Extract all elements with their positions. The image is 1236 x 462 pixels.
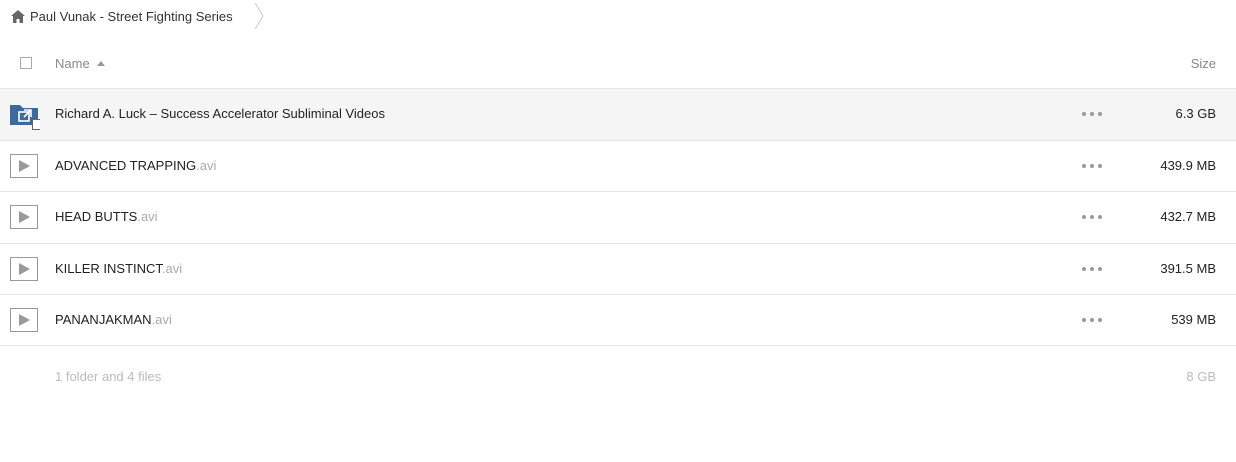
file-size: 6.3 GB <box>1175 106 1216 121</box>
more-options-icon[interactable] <box>1082 215 1102 221</box>
play-icon <box>10 256 38 281</box>
breadcrumb-separator-icon <box>254 2 264 30</box>
column-header-name-label: Name <box>55 56 90 71</box>
summary-total-size: 8 GB <box>1186 369 1216 384</box>
more-options-icon[interactable] <box>1082 266 1102 273</box>
column-header-name[interactable]: Name <box>55 56 105 71</box>
file-row[interactable]: Richard A. Luck – Success Accelerator Su… <box>0 88 1236 140</box>
file-name[interactable]: PANANJAKMAN.avi <box>55 312 172 327</box>
breadcrumb-current-folder[interactable]: Paul Vunak - Street Fighting Series <box>30 9 233 24</box>
more-options-icon[interactable] <box>1082 163 1102 170</box>
file-list-header: Name Size <box>0 44 1236 88</box>
file-row[interactable]: KILLER INSTINCT.avi 391.5 MB <box>0 242 1236 295</box>
file-name[interactable]: KILLER INSTINCT.avi <box>55 261 182 276</box>
file-size: 539 MB <box>1171 312 1216 327</box>
more-options-icon[interactable] <box>1082 112 1102 118</box>
file-row[interactable]: HEAD BUTTS.avi 432.7 MB <box>0 191 1236 243</box>
file-name[interactable]: Richard A. Luck – Success Accelerator Su… <box>55 106 385 121</box>
file-name[interactable]: HEAD BUTTS.avi <box>55 209 158 224</box>
sort-ascending-icon <box>96 61 105 66</box>
file-row[interactable]: PANANJAKMAN.avi 539 MB <box>0 294 1236 346</box>
shared-folder-icon <box>10 105 40 130</box>
select-all-checkbox[interactable] <box>20 57 32 69</box>
play-icon <box>10 153 38 178</box>
file-size: 439.9 MB <box>1160 157 1216 173</box>
more-options-icon[interactable] <box>1082 318 1102 324</box>
file-list: Richard A. Luck – Success Accelerator Su… <box>0 88 1236 346</box>
file-name[interactable]: ADVANCED TRAPPING.avi <box>55 158 216 173</box>
home-icon[interactable] <box>11 10 25 23</box>
file-row[interactable]: ADVANCED TRAPPING.avi 439.9 MB <box>0 139 1236 192</box>
file-size: 432.7 MB <box>1160 209 1216 224</box>
summary-count: 1 folder and 4 files <box>55 369 162 384</box>
play-icon <box>10 308 38 332</box>
play-icon <box>10 205 38 229</box>
column-header-size[interactable]: Size <box>1191 56 1216 71</box>
file-size: 391.5 MB <box>1160 260 1216 276</box>
